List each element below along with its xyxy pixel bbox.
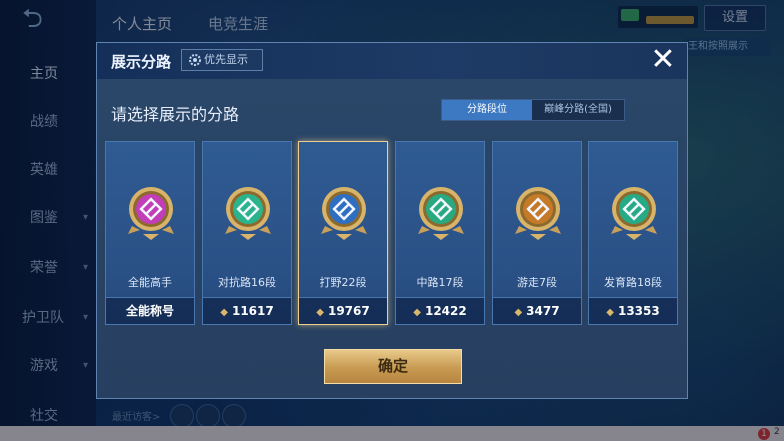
lane-score: 全能称号 bbox=[106, 298, 194, 324]
lane-score: ◆ 3477 bbox=[493, 298, 581, 326]
lane-name: 打野22段 bbox=[319, 276, 367, 289]
lane-score-value: 11617 bbox=[231, 304, 274, 318]
tab-lane-rank[interactable]: 分路段位 bbox=[442, 100, 532, 120]
rank-wing-icon: ◆ bbox=[220, 307, 228, 318]
dialog-header: 展示分路 优先显示 ✕ bbox=[97, 43, 687, 79]
tab-peak-lane[interactable]: 巅峰分路(全国) bbox=[532, 100, 624, 120]
lane-name: 对抗路16段 bbox=[218, 276, 276, 289]
lane-score: ◆ 13353 bbox=[589, 298, 677, 326]
lane-name: 游走7段 bbox=[517, 276, 557, 289]
lane-score-value: 全能称号 bbox=[125, 304, 174, 318]
lane-score-bar: 全能称号 bbox=[106, 297, 194, 324]
rank-wing-icon: ◆ bbox=[316, 307, 324, 318]
lane-name: 中路17段 bbox=[416, 276, 464, 289]
rank-badge-icon bbox=[128, 187, 174, 240]
lane-score-bar: ◆ 12422 bbox=[396, 297, 484, 324]
priority-label: 优先显示 bbox=[204, 53, 248, 66]
dialog-title: 展示分路 bbox=[111, 53, 172, 71]
rank-badge-icon bbox=[225, 187, 271, 240]
lane-card[interactable]: 发育路18段 ◆ 13353 bbox=[588, 141, 678, 325]
priority-display-button[interactable]: 优先显示 bbox=[181, 49, 263, 71]
rank-wing-icon: ◆ bbox=[413, 307, 421, 318]
rank-badge-icon bbox=[418, 187, 464, 240]
lane-card[interactable]: 全能高手 全能称号 bbox=[105, 141, 195, 325]
confirm-button[interactable]: 确定 bbox=[324, 349, 462, 384]
lane-name: 全能高手 bbox=[128, 276, 172, 289]
rank-badge-icon bbox=[515, 187, 561, 240]
lane-card[interactable]: 中路17段 ◆ 12422 bbox=[395, 141, 485, 325]
lane-score: ◆ 19767 bbox=[299, 298, 387, 326]
lane-card[interactable]: 对抗路16段 ◆ 11617 bbox=[202, 141, 292, 325]
lane-score-value: 19767 bbox=[327, 304, 370, 318]
lane-score-bar: ◆ 13353 bbox=[589, 297, 677, 324]
lane-score-bar: ◆ 11617 bbox=[203, 297, 291, 324]
rank-wing-icon: ◆ bbox=[514, 307, 523, 318]
lane-card[interactable]: 游走7段 ◆ 3477 bbox=[492, 141, 582, 325]
gear-icon bbox=[189, 54, 201, 66]
dialog-subtitle: 请选择展示的分路 bbox=[111, 105, 240, 124]
lane-score-value: 3477 bbox=[526, 304, 560, 318]
lane-score: ◆ 11617 bbox=[203, 298, 291, 326]
lane-score-bar: ◆ 19767 bbox=[299, 297, 387, 324]
lane-score-bar: ◆ 3477 bbox=[493, 297, 581, 324]
lane-score-value: 12422 bbox=[424, 304, 467, 318]
display-lane-dialog: 展示分路 优先显示 ✕ 请选择展示的分路 分路段位 巅峰分路(全国) 全能高手全… bbox=[96, 42, 688, 399]
rank-badge-icon bbox=[611, 187, 657, 240]
lane-score-value: 13353 bbox=[617, 304, 660, 318]
lane-score: ◆ 12422 bbox=[396, 298, 484, 326]
close-icon[interactable]: ✕ bbox=[649, 45, 677, 75]
lane-card[interactable]: 打野22段 ◆ 19767 bbox=[298, 141, 388, 325]
lane-type-toggle: 分路段位 巅峰分路(全国) bbox=[441, 99, 625, 121]
rank-wing-icon: ◆ bbox=[606, 307, 614, 318]
lane-name: 发育路18段 bbox=[604, 276, 662, 289]
rank-badge-icon bbox=[321, 187, 367, 240]
